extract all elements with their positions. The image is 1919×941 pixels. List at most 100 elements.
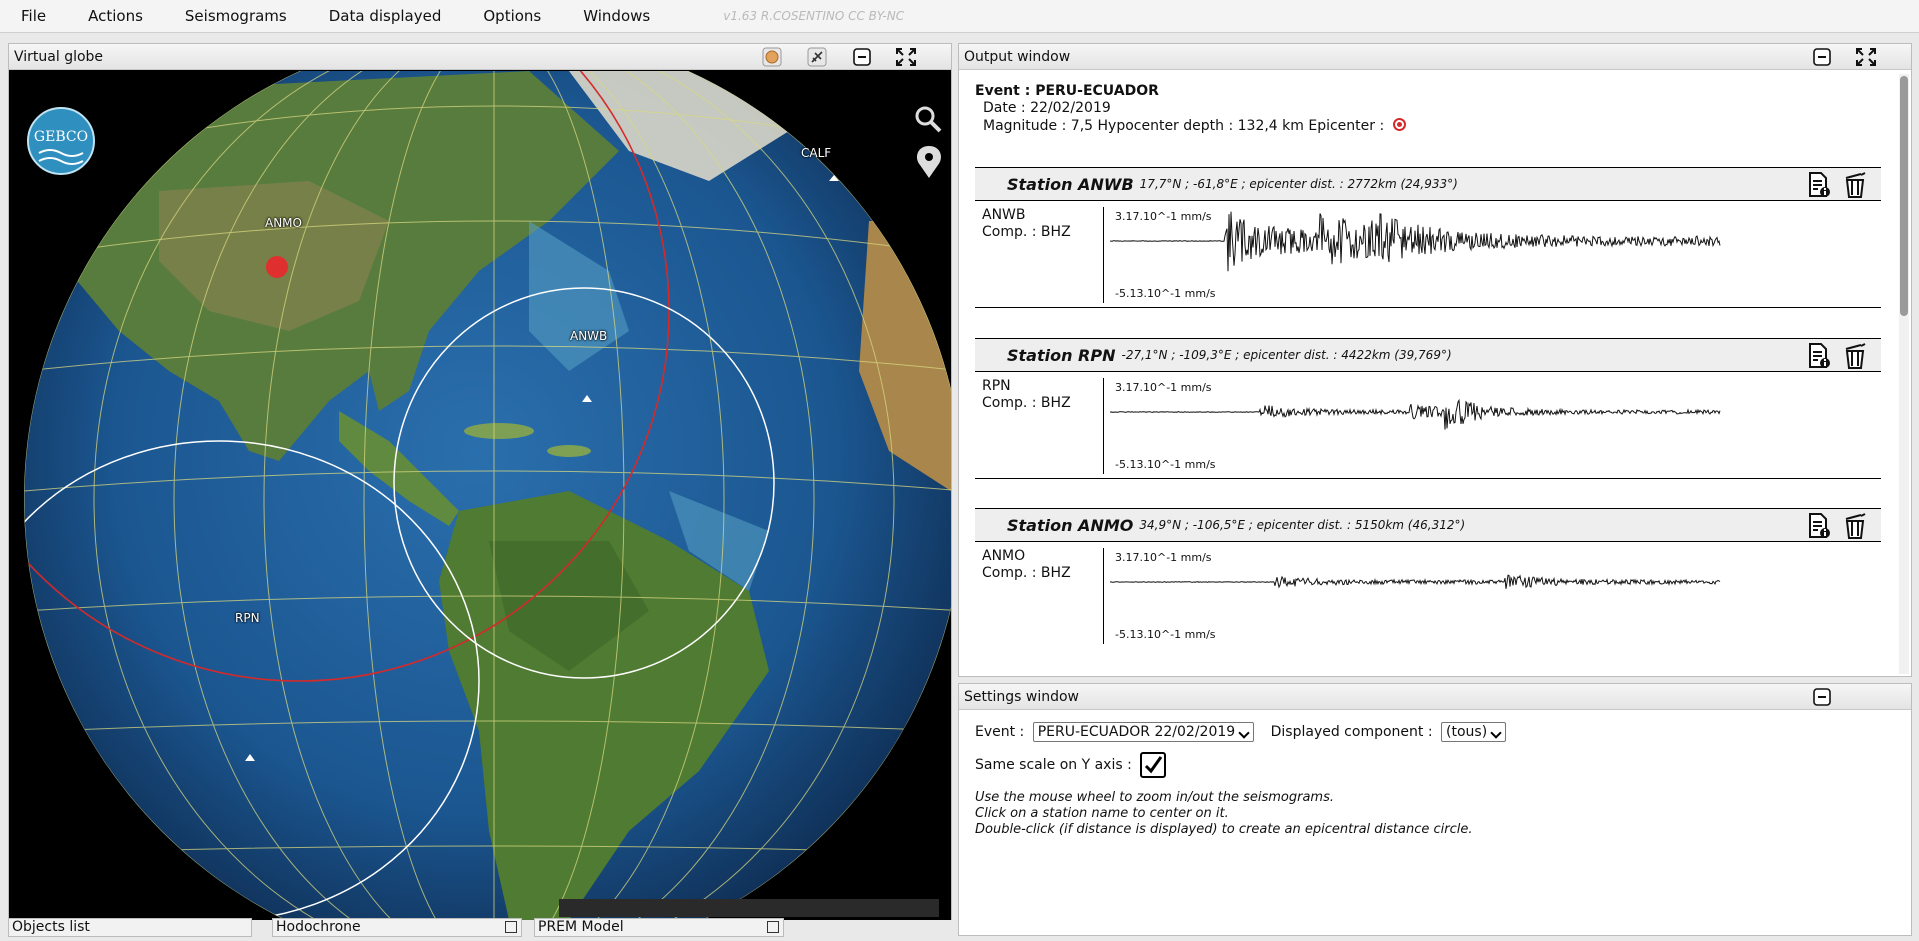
menu-file[interactable]: File	[0, 0, 67, 33]
help-line-zoom: Use the mouse wheel to zoom in/out the s…	[975, 790, 1334, 805]
component-label: Displayed component :	[1270, 724, 1433, 740]
search-icon[interactable]	[915, 106, 942, 133]
menu-bar: File Actions Seismograms Data displayed …	[0, 0, 1919, 33]
maximize-icon[interactable]	[1855, 47, 1877, 67]
station-block-rpn: Station RPN -27,1°N ; -109,3°E ; epicent…	[975, 338, 1881, 479]
settings-content: Event : PERU-ECUADOR 22/02/2019 Displaye…	[975, 722, 1507, 838]
trash-icon[interactable]	[1843, 343, 1867, 369]
satellite-icon[interactable]	[806, 47, 828, 67]
station-label-anmo[interactable]: ANMO	[265, 216, 302, 230]
tab-hodochrone-label: Hodochrone	[276, 919, 361, 935]
station-actions	[1807, 513, 1867, 539]
station-code-label: ANWB	[982, 207, 1026, 223]
settings-window: Settings window Event : PERU-ECUADOR 22/…	[958, 683, 1912, 936]
event-magnitude: Magnitude : 7,5 Hypocenter depth : 132,4…	[983, 118, 1385, 134]
station-component: Comp. : BHZ	[982, 395, 1071, 411]
seismogram-trace	[1110, 398, 1721, 430]
station-header[interactable]: Station ANWB 17,7°N ; -61,8°E ; epicente…	[975, 167, 1881, 200]
globe-titlebar: Virtual globe	[9, 44, 951, 70]
file-info-icon[interactable]	[1807, 172, 1831, 198]
station-info: -27,1°N ; -109,3°E ; epicenter dist. : 4…	[1121, 348, 1452, 362]
station-code: ANMO Comp. : BHZ	[982, 548, 1071, 582]
component-select[interactable]: (tous)	[1441, 722, 1507, 742]
tab-prem-label: PREM Model	[538, 919, 624, 935]
station-info: 17,7°N ; -61,8°E ; epicenter dist. : 277…	[1139, 177, 1458, 191]
popout-icon[interactable]	[505, 921, 517, 933]
checkmark-icon	[1145, 756, 1163, 774]
help-line-circle: Double-click (if distance is displayed) …	[975, 822, 1473, 837]
station-code-label: ANMO	[982, 548, 1026, 564]
menu-windows[interactable]: Windows	[562, 0, 671, 33]
event-title: Event : PERU-ECUADOR	[975, 83, 1159, 99]
tab-prem-model[interactable]: PREM Model	[534, 918, 784, 937]
maximize-icon[interactable]	[895, 47, 917, 67]
station-actions	[1807, 343, 1867, 369]
menu-actions[interactable]: Actions	[67, 0, 164, 33]
seismogram-trace	[1110, 211, 1721, 272]
seismogram-panel[interactable]: ANWB Comp. : BHZ 3.17.10^-1 mm/s -5.13.1…	[975, 200, 1881, 308]
tab-hodochrone[interactable]: Hodochrone	[272, 918, 522, 937]
location-pin-icon[interactable]	[917, 146, 941, 178]
same-scale-label: Same scale on Y axis :	[975, 757, 1132, 773]
seismogram-panel[interactable]: RPN Comp. : BHZ 3.17.10^-1 mm/s -5.13.10…	[975, 371, 1881, 479]
station-label-anwb[interactable]: ANWB	[570, 329, 607, 343]
station-name[interactable]: Station RPN	[1007, 346, 1116, 365]
globe-status-bar	[559, 899, 939, 917]
same-scale-row: Same scale on Y axis :	[975, 752, 1506, 782]
output-scrollbar[interactable]	[1899, 74, 1909, 674]
output-window: Output window Event : PERU-ECUADOR Date …	[958, 43, 1912, 677]
minimize-icon[interactable]	[1811, 687, 1833, 707]
station-actions	[1807, 172, 1867, 198]
y-axis	[1103, 207, 1104, 303]
event-magnitude-line: Magnitude : 7,5 Hypocenter depth : 132,4…	[975, 117, 1895, 135]
station-code: ANWB Comp. : BHZ	[982, 207, 1071, 241]
file-info-icon[interactable]	[1807, 513, 1831, 539]
file-info-icon[interactable]	[1807, 343, 1831, 369]
globe-map[interactable]: GEBCO	[9, 71, 951, 920]
globe-texture-icon[interactable]	[761, 47, 783, 67]
menu-options[interactable]: Options	[462, 0, 562, 33]
seismogram-trace	[1110, 574, 1721, 589]
station-component: Comp. : BHZ	[982, 224, 1071, 240]
globe-view[interactable]: GEBCO CALF ANMO ANWB RPN	[9, 71, 951, 920]
station-name[interactable]: Station ANWB	[1007, 175, 1134, 194]
station-label-rpn[interactable]: RPN	[235, 611, 260, 625]
event-date: Date : 22/02/2019	[983, 100, 1111, 116]
output-titlebar: Output window	[959, 44, 1911, 70]
station-code-label: RPN	[982, 378, 1011, 394]
seismogram-panel[interactable]: ANMO Comp. : BHZ 3.17.10^-1 mm/s -5.13.1…	[975, 541, 1881, 644]
station-code: RPN Comp. : BHZ	[982, 378, 1071, 412]
minimize-icon[interactable]	[851, 47, 873, 67]
scrollbar-thumb[interactable]	[1900, 76, 1908, 316]
station-header[interactable]: Station ANMO 34,9°N ; -106,5°E ; epicent…	[975, 508, 1881, 541]
virtual-globe-window: Virtual globe GEBCO CALF ANMO ANWB RPN	[8, 43, 952, 920]
globe-title: Virtual globe	[14, 48, 104, 65]
trash-icon[interactable]	[1843, 513, 1867, 539]
anmo-marker[interactable]	[266, 256, 288, 278]
same-scale-checkbox[interactable]	[1140, 752, 1167, 778]
settings-title: Settings window	[964, 688, 1079, 705]
tab-objects-list[interactable]: Objects list	[8, 918, 252, 937]
station-header[interactable]: Station RPN -27,1°N ; -109,3°E ; epicent…	[975, 338, 1881, 371]
station-info: 34,9°N ; -106,5°E ; epicenter dist. : 51…	[1139, 518, 1466, 532]
gebco-logo: GEBCO	[27, 107, 95, 175]
station-name[interactable]: Station ANMO	[1007, 516, 1133, 535]
event-select[interactable]: PERU-ECUADOR 22/02/2019	[1032, 722, 1255, 742]
help-line-center: Click on a station name to center on it.	[975, 806, 1229, 821]
event-row: Event : PERU-ECUADOR 22/02/2019 Displaye…	[975, 722, 1507, 746]
station-component: Comp. : BHZ	[982, 565, 1071, 581]
minimize-icon[interactable]	[1811, 47, 1833, 67]
menu-seismograms[interactable]: Seismograms	[164, 0, 308, 33]
output-title: Output window	[964, 48, 1071, 65]
trash-icon[interactable]	[1843, 172, 1867, 198]
station-block-anmo: Station ANMO 34,9°N ; -106,5°E ; epicent…	[975, 508, 1881, 644]
epicenter-icon	[1392, 118, 1406, 131]
svg-text:GEBCO: GEBCO	[34, 129, 88, 145]
station-block-anwb: Station ANWB 17,7°N ; -61,8°E ; epicente…	[975, 167, 1881, 308]
y-axis	[1103, 548, 1104, 644]
y-axis	[1103, 378, 1104, 474]
menu-data-displayed[interactable]: Data displayed	[308, 0, 463, 33]
popout-icon[interactable]	[767, 921, 779, 933]
event-label: Event :	[975, 724, 1025, 740]
station-label-calf[interactable]: CALF	[801, 146, 831, 160]
